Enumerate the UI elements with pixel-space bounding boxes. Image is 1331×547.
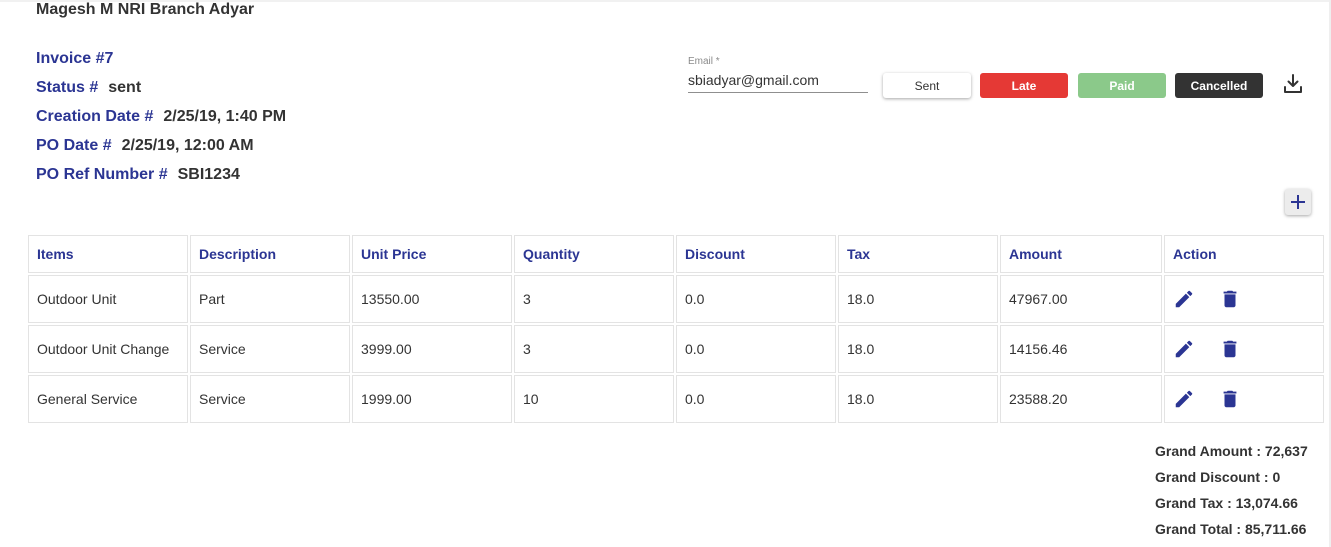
grand-amount: Grand Amount : 72,637 — [1155, 443, 1308, 459]
add-item-button[interactable] — [1285, 189, 1311, 215]
column-header: Amount — [1000, 235, 1162, 273]
table-row: Outdoor Unit Part 13550.00 3 0.0 18.0 47… — [28, 275, 1324, 323]
table-header-row: Items Description Unit Price Quantity Di… — [28, 235, 1324, 273]
email-field-wrapper: Email * — [688, 56, 868, 93]
branch-name: Magesh M NRI Branch Adyar — [36, 1, 255, 18]
pencil-icon[interactable] — [1173, 338, 1195, 360]
action-cell — [1164, 375, 1324, 423]
action-cell — [1164, 325, 1324, 373]
status-value: sent — [108, 79, 142, 96]
table-cell: 23588.20 — [1000, 375, 1162, 423]
creation-date-row: Creation Date # 2/25/19, 1:40 PM — [36, 108, 286, 126]
pencil-icon[interactable] — [1173, 288, 1195, 310]
pencil-icon[interactable] — [1173, 388, 1195, 410]
po-date-value: 2/25/19, 12:00 AM — [121, 137, 254, 154]
action-cell — [1164, 275, 1324, 323]
table-cell: 0.0 — [676, 325, 836, 373]
table-cell: 1999.00 — [352, 375, 512, 423]
download-icon[interactable] — [1281, 72, 1305, 96]
table-cell: 3999.00 — [352, 325, 512, 373]
table-cell: General Service — [28, 375, 188, 423]
po-ref-label: PO Ref Number # — [36, 166, 168, 183]
table-cell: 3 — [514, 325, 674, 373]
table-cell: 0.0 — [676, 375, 836, 423]
column-header: Unit Price — [352, 235, 512, 273]
table-cell: 13550.00 — [352, 275, 512, 323]
table-row: General Service Service 1999.00 10 0.0 1… — [28, 375, 1324, 423]
creation-date-label: Creation Date # — [36, 108, 154, 125]
column-header: Quantity — [514, 235, 674, 273]
table-cell: Part — [190, 275, 350, 323]
email-field[interactable] — [688, 69, 868, 93]
status-label: Status # — [36, 79, 99, 96]
email-label: Email * — [688, 56, 720, 67]
sent-button[interactable]: Sent — [883, 73, 971, 98]
table-cell: Outdoor Unit — [28, 275, 188, 323]
status-row: Status # sent — [36, 79, 141, 97]
table-row: Outdoor Unit Change Service 3999.00 3 0.… — [28, 325, 1324, 373]
trash-icon[interactable] — [1219, 388, 1241, 410]
column-header: Description — [190, 235, 350, 273]
column-header: Discount — [676, 235, 836, 273]
invoice-title: Invoice #7 — [36, 50, 113, 68]
table-cell: Service — [190, 325, 350, 373]
creation-date-value: 2/25/19, 1:40 PM — [163, 108, 287, 125]
grand-total: Grand Total : 85,711.66 — [1155, 521, 1307, 537]
grand-tax: Grand Tax : 13,074.66 — [1155, 495, 1298, 511]
column-header: Tax — [838, 235, 998, 273]
table-cell: Outdoor Unit Change — [28, 325, 188, 373]
plus-icon — [1291, 195, 1305, 209]
table-cell: 18.0 — [838, 375, 998, 423]
table-cell: 10 — [514, 375, 674, 423]
invoice-items-table: Items Description Unit Price Quantity Di… — [26, 233, 1326, 425]
table-cell: 47967.00 — [1000, 275, 1162, 323]
po-date-label: PO Date # — [36, 137, 112, 154]
table-cell: Service — [190, 375, 350, 423]
table-cell: 18.0 — [838, 325, 998, 373]
late-button[interactable]: Late — [980, 73, 1068, 98]
trash-icon[interactable] — [1219, 338, 1241, 360]
trash-icon[interactable] — [1219, 288, 1241, 310]
po-ref-value: SBI1234 — [177, 166, 240, 183]
cancelled-button[interactable]: Cancelled — [1175, 73, 1263, 98]
paid-button[interactable]: Paid — [1078, 73, 1166, 98]
po-date-row: PO Date # 2/25/19, 12:00 AM — [36, 137, 254, 155]
grand-discount: Grand Discount : 0 — [1155, 469, 1281, 485]
column-header: Items — [28, 235, 188, 273]
table-cell: 3 — [514, 275, 674, 323]
table-cell: 0.0 — [676, 275, 836, 323]
table-cell: 14156.46 — [1000, 325, 1162, 373]
po-ref-row: PO Ref Number # SBI1234 — [36, 166, 240, 184]
column-header: Action — [1164, 235, 1324, 273]
table-cell: 18.0 — [838, 275, 998, 323]
invoice-number: Invoice #7 — [36, 50, 114, 67]
